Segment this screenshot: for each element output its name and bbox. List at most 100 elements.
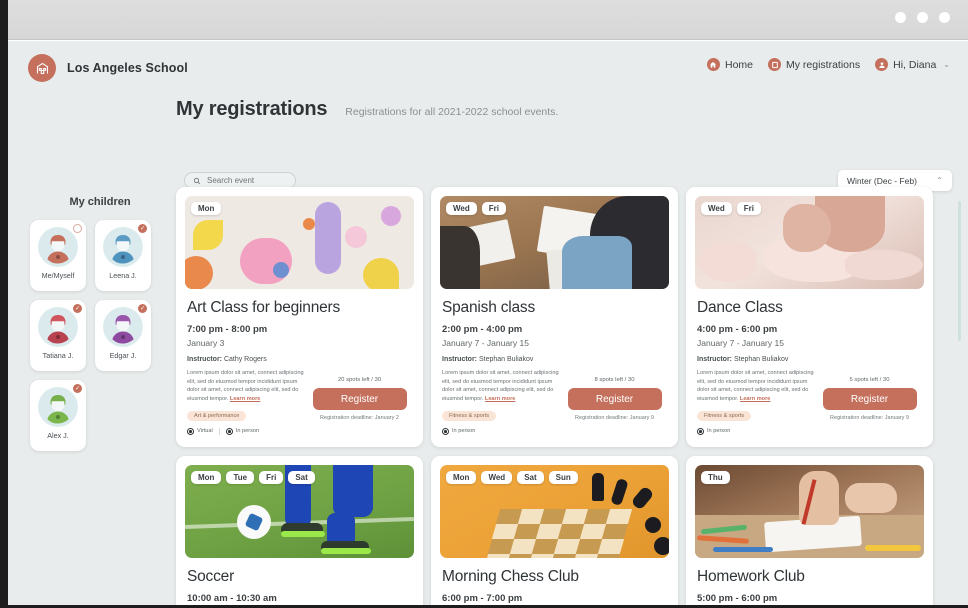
event-mode: In person xyxy=(442,428,475,435)
event-day-pills: MonTueFriSat xyxy=(191,471,315,484)
event-title: Soccer xyxy=(187,568,414,586)
nav-links: Home My registrations Hi, Diana ⌄ xyxy=(707,58,950,71)
event-card[interactable]: WedFriSpanish class2:00 pm - 4:00 pmJanu… xyxy=(431,187,678,447)
nav-user-label: Hi, Diana xyxy=(893,59,936,71)
brand[interactable]: Los Angeles School xyxy=(28,54,188,82)
day-pill: Sun xyxy=(549,471,578,484)
event-deadline: Registration deadline: January 9 xyxy=(815,415,924,421)
my-children-title: My children xyxy=(30,196,170,208)
user-avatar-icon xyxy=(875,58,888,71)
window-controls[interactable] xyxy=(895,12,950,23)
mode-icon xyxy=(697,428,704,435)
child-name: Me/Myself xyxy=(42,271,75,280)
event-instructor: Instructor: Cathy Rogers xyxy=(187,356,414,363)
learn-more-link[interactable]: Learn more xyxy=(230,396,260,402)
event-deadline: Registration deadline: January 9 xyxy=(560,415,669,421)
brand-name: Los Angeles School xyxy=(67,61,188,75)
child-card[interactable]: ✓ Edgar J. xyxy=(95,300,151,371)
event-spots-left: 5 spots left / 30 xyxy=(815,377,924,383)
event-description: Lorem ipsum dolor sit amet, connect adip… xyxy=(697,369,815,404)
child-select-badge[interactable]: ✓ xyxy=(73,304,82,313)
event-card[interactable]: MonTueFriSatSoccer10:00 am - 10:30 amJan… xyxy=(176,456,423,608)
event-spots-left: 8 spots left / 30 xyxy=(560,377,669,383)
event-modes: In person xyxy=(442,428,560,435)
learn-more-link[interactable]: Learn more xyxy=(740,396,770,402)
child-avatar-icon xyxy=(38,307,78,347)
children-list: Me/Myself ✓ Leena J. ✓ Tatiana J. ✓ Edgar J. ✓ A… xyxy=(30,220,170,451)
event-date: January 7 - January 15 xyxy=(697,338,924,348)
search-icon xyxy=(193,177,201,185)
day-pill: Fri xyxy=(259,471,283,484)
minimize-dot[interactable] xyxy=(895,12,906,23)
nav-user-menu[interactable]: Hi, Diana ⌄ xyxy=(875,58,950,71)
vertical-scrollbar[interactable] xyxy=(958,201,961,341)
event-mode: In person xyxy=(226,428,259,435)
maximize-dot[interactable] xyxy=(917,12,928,23)
event-time: 4:00 pm - 6:00 pm xyxy=(697,324,924,335)
child-card[interactable]: ✓ Alex J. xyxy=(30,380,86,451)
event-card[interactable]: Mon Art Class for beginners 7:00 pm - 8:00… xyxy=(176,187,423,447)
season-select-value: Winter (Dec - Feb) xyxy=(847,176,917,186)
register-button[interactable]: Register xyxy=(313,388,407,410)
child-select-badge[interactable]: ✓ xyxy=(138,304,147,313)
child-avatar-icon xyxy=(38,387,78,427)
event-hero-image: Mon xyxy=(185,196,414,289)
child-select-badge[interactable]: ✓ xyxy=(73,384,82,393)
event-card[interactable]: WedFriDance Class4:00 pm - 6:00 pmJanuar… xyxy=(686,187,933,447)
child-card[interactable]: ✓ Tatiana J. xyxy=(30,300,86,371)
event-card-footer: Lorem ipsum dolor sit amet, connect adip… xyxy=(440,369,669,435)
event-card[interactable]: MonWedSatSunMorning Chess Club6:00 pm - … xyxy=(431,456,678,608)
event-card-footer: Lorem ipsum dolor sit amet, connect adip… xyxy=(695,369,924,435)
event-mode: In person xyxy=(697,428,730,435)
event-hero-image: WedFri xyxy=(695,196,924,289)
event-date: January 3 xyxy=(187,338,414,348)
child-select-badge[interactable] xyxy=(73,224,82,233)
child-name: Edgar J. xyxy=(110,351,137,360)
event-date: January 7 - January 15 xyxy=(442,338,669,348)
day-pill: Sat xyxy=(517,471,543,484)
my-children-panel: My children Me/Myself ✓ Leena J. ✓ Tatiana J… xyxy=(30,196,170,451)
day-pill: Mon xyxy=(446,471,476,484)
chevron-down-icon: ⌄ xyxy=(943,60,950,69)
event-instructor: Instructor: Stephan Buliakov xyxy=(442,356,669,363)
child-card[interactable]: ✓ Leena J. xyxy=(95,220,151,291)
event-description: Lorem ipsum dolor sit amet, connect adip… xyxy=(442,369,560,404)
event-time: 7:00 pm - 8:00 pm xyxy=(187,324,414,335)
register-button[interactable]: Register xyxy=(823,388,917,410)
child-name: Tatiana J. xyxy=(43,351,74,360)
event-modes: In person xyxy=(697,428,815,435)
chevron-up-icon: ⌃ xyxy=(936,176,943,185)
event-day-pills: Mon xyxy=(191,202,221,215)
close-dot[interactable] xyxy=(939,12,950,23)
event-time: 10:00 am - 10:30 am xyxy=(187,593,414,604)
child-select-badge[interactable]: ✓ xyxy=(138,224,147,233)
event-description: Lorem ipsum dolor sit amet, connect adip… xyxy=(187,369,305,404)
day-pill: Wed xyxy=(446,202,477,215)
nav-home[interactable]: Home xyxy=(707,58,753,71)
event-title: Art Class for beginners xyxy=(187,299,414,317)
event-day-pills: MonWedSatSun xyxy=(446,471,578,484)
event-title: Homework Club xyxy=(697,568,924,586)
nav-my-registrations[interactable]: My registrations xyxy=(768,58,860,71)
day-pill: Thu xyxy=(701,471,730,484)
day-pill: Sat xyxy=(288,471,314,484)
event-category-tag: Art & performance xyxy=(187,411,246,421)
child-name: Alex J. xyxy=(47,431,69,440)
event-deadline: Registration deadline: January 2 xyxy=(305,415,414,421)
register-button[interactable]: Register xyxy=(568,388,662,410)
events-grid: Mon Art Class for beginners 7:00 pm - 8:00… xyxy=(176,187,946,608)
event-card[interactable]: ThuHomework Club5:00 pm - 6:00 pmMarch 1… xyxy=(686,456,933,608)
learn-more-link[interactable]: Learn more xyxy=(485,396,515,402)
child-name: Leena J. xyxy=(109,271,137,280)
event-spots-left: 20 spots left / 30 xyxy=(305,377,414,383)
day-pill: Mon xyxy=(191,471,221,484)
school-building-icon xyxy=(28,54,56,82)
event-category-tag: Fitness & sports xyxy=(442,411,496,421)
events-row-top: Mon Art Class for beginners 7:00 pm - 8:00… xyxy=(176,187,946,447)
day-pill: Fri xyxy=(737,202,761,215)
child-card[interactable]: Me/Myself xyxy=(30,220,86,291)
events-row-bottom: MonTueFriSatSoccer10:00 am - 10:30 amJan… xyxy=(176,456,946,608)
mode-icon xyxy=(187,428,194,435)
app-viewport: Los Angeles School Home My registrations xyxy=(8,41,968,608)
top-navigation: Los Angeles School Home My registrations xyxy=(8,41,968,91)
